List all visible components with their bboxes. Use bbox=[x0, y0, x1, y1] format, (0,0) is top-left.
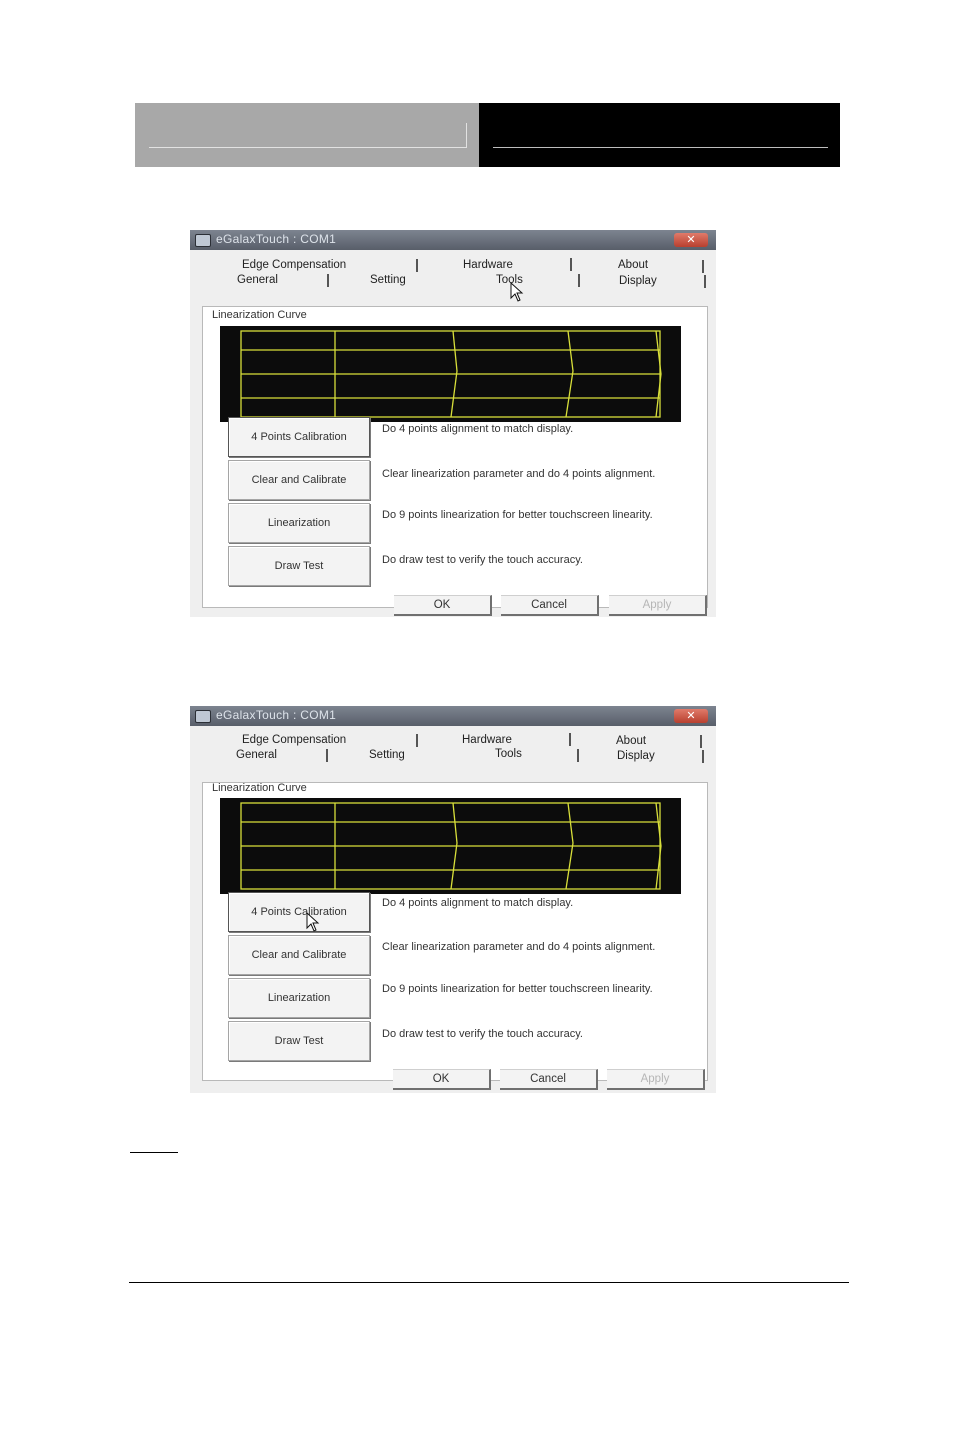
tab-separator bbox=[416, 734, 418, 747]
tab-setting[interactable]: Setting bbox=[369, 749, 405, 761]
app-icon bbox=[195, 710, 211, 723]
mouse-pointer-icon bbox=[306, 912, 320, 932]
close-button[interactable]: ✕ bbox=[674, 709, 708, 723]
tab-general[interactable]: General bbox=[237, 274, 278, 286]
tab-separator bbox=[570, 258, 572, 271]
app-icon bbox=[195, 234, 211, 247]
tab-general[interactable]: General bbox=[236, 749, 277, 761]
mouse-pointer-icon bbox=[510, 282, 524, 302]
title-bar: eGalaxTouch : COM1 ✕ bbox=[190, 706, 716, 726]
clear-and-calibrate-button[interactable]: Clear and Calibrate bbox=[228, 460, 370, 500]
footer-rule bbox=[129, 1282, 849, 1283]
header-band-right bbox=[479, 103, 840, 167]
clear-and-calibrate-description: Clear linearization parameter and do 4 p… bbox=[382, 468, 656, 480]
screenshot-2: eGalaxTouch : COM1 ✕ Edge Compensation H… bbox=[190, 706, 716, 1093]
four-points-calibration-button[interactable]: 4 Points Calibration bbox=[228, 892, 370, 932]
ok-button[interactable]: OK bbox=[394, 595, 492, 616]
tab-separator bbox=[702, 260, 704, 273]
screenshot-1: eGalaxTouch : COM1 ✕ Edge Compensation H… bbox=[190, 230, 716, 617]
tab-about[interactable]: About bbox=[616, 735, 646, 747]
header-band-left bbox=[135, 103, 479, 167]
draw-test-description: Do draw test to verify the touch accurac… bbox=[382, 554, 583, 566]
draw-test-button[interactable]: Draw Test bbox=[228, 546, 370, 586]
apply-button[interactable]: Apply bbox=[609, 595, 707, 616]
tab-display[interactable]: Display bbox=[617, 750, 655, 762]
tab-display[interactable]: Display bbox=[619, 275, 657, 287]
ok-button[interactable]: OK bbox=[393, 1069, 491, 1090]
tab-separator bbox=[704, 275, 706, 288]
dialog-body: Edge Compensation Hardware About General… bbox=[190, 726, 716, 1093]
close-button[interactable]: ✕ bbox=[674, 233, 708, 247]
title-bar: eGalaxTouch : COM1 ✕ bbox=[190, 230, 716, 250]
four-points-calibration-description: Do 4 points alignment to match display. bbox=[382, 897, 574, 909]
tab-edge-compensation[interactable]: Edge Compensation bbox=[242, 734, 346, 746]
tab-separator bbox=[578, 274, 580, 287]
linearization-grid bbox=[240, 802, 662, 890]
linearization-description: Do 9 points linearization for better tou… bbox=[382, 509, 653, 521]
draw-test-description: Do draw test to verify the touch accurac… bbox=[382, 1028, 583, 1040]
tab-separator bbox=[416, 259, 418, 272]
cancel-button[interactable]: Cancel bbox=[500, 1069, 598, 1090]
header-right-rule bbox=[493, 147, 828, 148]
header-left-tick bbox=[466, 123, 467, 148]
tab-about[interactable]: About bbox=[618, 259, 648, 271]
header-left-rule bbox=[149, 147, 467, 148]
linearization-curve-label: Linearization Curve bbox=[212, 782, 307, 794]
tab-tools[interactable]: Tools bbox=[495, 748, 522, 760]
tab-hardware[interactable]: Hardware bbox=[463, 259, 513, 271]
window-title: eGalaxTouch : COM1 bbox=[216, 708, 337, 722]
draw-test-button[interactable]: Draw Test bbox=[228, 1021, 370, 1061]
tab-hardware[interactable]: Hardware bbox=[462, 734, 512, 746]
tab-separator bbox=[569, 733, 571, 746]
tab-setting[interactable]: Setting bbox=[370, 274, 406, 286]
linearization-curve-label: Linearization Curve bbox=[212, 309, 307, 321]
clear-and-calibrate-description: Clear linearization parameter and do 4 p… bbox=[382, 941, 656, 953]
window-title: eGalaxTouch : COM1 bbox=[216, 232, 337, 246]
tab-separator bbox=[327, 274, 329, 287]
four-points-calibration-button[interactable]: 4 Points Calibration bbox=[228, 417, 370, 457]
note-underline bbox=[130, 1152, 178, 1153]
tab-separator bbox=[577, 749, 579, 762]
tab-edge-compensation[interactable]: Edge Compensation bbox=[242, 259, 346, 271]
tab-separator bbox=[700, 735, 702, 748]
tab-separator bbox=[702, 750, 704, 763]
linearization-button[interactable]: Linearization bbox=[228, 978, 370, 1018]
linearization-grid bbox=[240, 330, 662, 418]
linearization-description: Do 9 points linearization for better tou… bbox=[382, 983, 653, 995]
clear-and-calibrate-button[interactable]: Clear and Calibrate bbox=[228, 935, 370, 975]
cancel-button[interactable]: Cancel bbox=[501, 595, 599, 616]
dialog-body: Edge Compensation Hardware About General… bbox=[190, 250, 716, 617]
linearization-curve-display bbox=[220, 326, 681, 422]
linearization-curve-display bbox=[220, 798, 681, 894]
four-points-calibration-description: Do 4 points alignment to match display. bbox=[382, 423, 574, 435]
linearization-button[interactable]: Linearization bbox=[228, 503, 370, 543]
apply-button[interactable]: Apply bbox=[607, 1069, 705, 1090]
tab-separator bbox=[326, 749, 328, 762]
